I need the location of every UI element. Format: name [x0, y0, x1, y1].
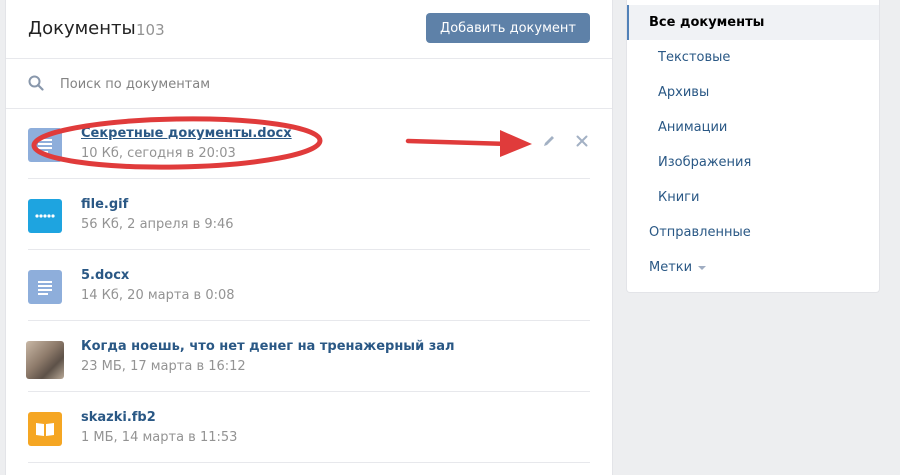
menu-item-books[interactable]: Книги — [627, 180, 879, 215]
add-document-button[interactable]: Добавить документ — [426, 13, 590, 43]
row-actions — [529, 133, 590, 153]
document-meta: 1 МБ, 14 марта в 11:53 — [81, 430, 238, 445]
close-icon[interactable] — [574, 133, 590, 149]
menu-item-sent[interactable]: Отправленные — [627, 215, 879, 250]
menu-item-text[interactable]: Текстовые — [627, 40, 879, 75]
document-name-link[interactable]: skazki.fb2 — [81, 410, 156, 425]
chevron-down-icon — [698, 265, 707, 270]
menu-item-animations[interactable]: Анимации — [627, 110, 879, 145]
documents-filter-menu: Все документы Текстовые Архивы Анимации … — [626, 0, 880, 293]
menu-item-tags[interactable]: Метки — [627, 250, 879, 285]
gif-icon — [28, 199, 62, 233]
document-name-link[interactable]: Секретные документы.docx — [81, 126, 292, 141]
text-doc-icon — [28, 128, 62, 162]
document-name-link[interactable]: Когда ноешь, что нет денег на тренажерны… — [81, 339, 455, 354]
search-bar — [6, 59, 612, 109]
menu-item-all-documents[interactable]: Все документы — [627, 5, 879, 40]
documents-header: Документы 103 Добавить документ — [6, 0, 612, 59]
document-meta: 23 МБ, 17 марта в 16:12 — [81, 359, 246, 374]
document-meta: 10 Кб, сегодня в 20:03 — [81, 146, 236, 161]
search-input[interactable] — [58, 71, 562, 97]
book-icon — [28, 412, 62, 446]
document-name-link[interactable]: file.gif — [81, 197, 128, 212]
document-row[interactable]: 5.docx 14 Кб, 20 марта в 0:08 — [28, 250, 590, 321]
document-row[interactable]: skazki.fb2 1 МБ, 14 марта в 11:53 — [28, 392, 590, 463]
document-name-link[interactable]: 5.docx — [81, 268, 129, 283]
edit-pencil-icon[interactable] — [541, 133, 557, 149]
page-title: Документы — [28, 18, 136, 39]
photo-thumbnail — [26, 341, 64, 379]
documents-count: 103 — [136, 21, 165, 39]
document-row[interactable]: file.gif 56 Кб, 2 апреля в 9:46 — [28, 179, 590, 250]
search-icon — [28, 75, 44, 91]
menu-item-images[interactable]: Изображения — [627, 145, 879, 180]
document-meta: 14 Кб, 20 марта в 0:08 — [81, 288, 235, 303]
document-row[interactable]: Когда ноешь, что нет денег на тренажерны… — [26, 321, 590, 392]
documents-panel: Документы 103 Добавить документ Секретны… — [5, 0, 613, 475]
menu-item-tags-label: Метки — [649, 260, 693, 275]
document-meta: 56 Кб, 2 апреля в 9:46 — [81, 217, 234, 232]
text-doc-icon — [28, 270, 62, 304]
document-row[interactable]: Секретные документы.docx 10 Кб, сегодня … — [28, 108, 590, 179]
menu-item-archives[interactable]: Архивы — [627, 75, 879, 110]
